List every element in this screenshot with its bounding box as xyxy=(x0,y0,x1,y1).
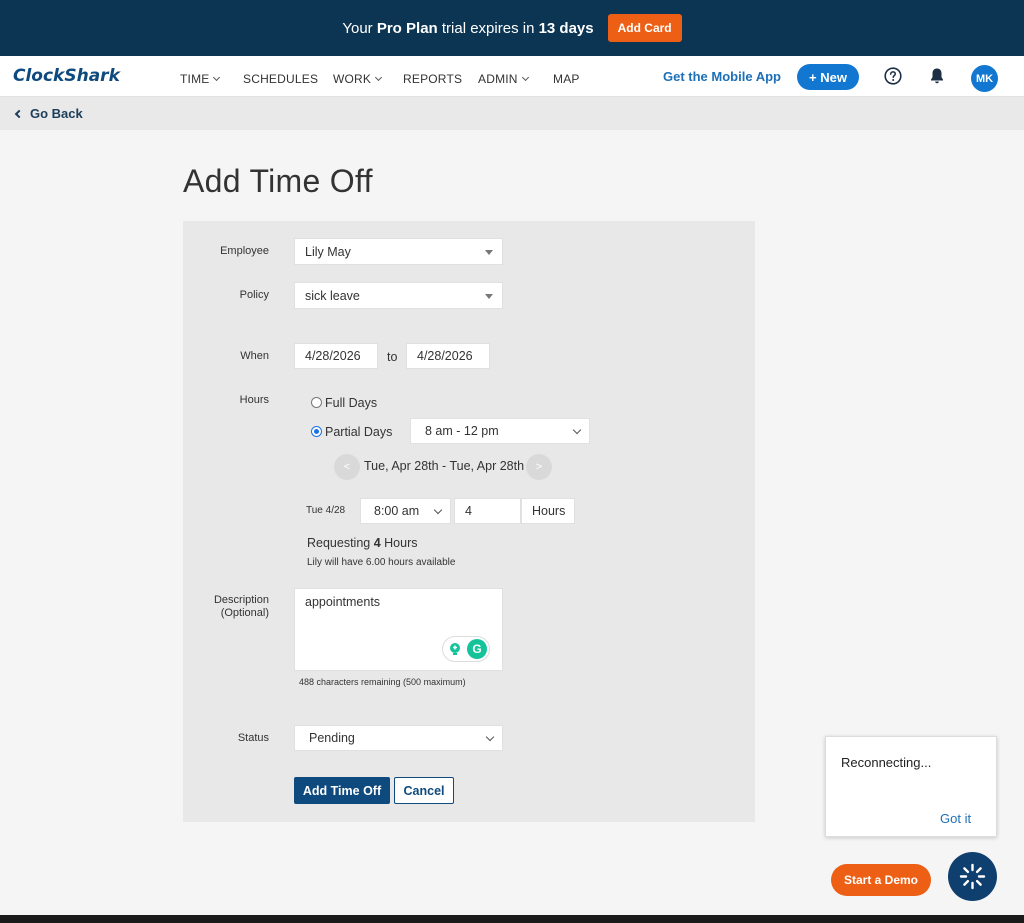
chevron-left-icon xyxy=(14,109,24,118)
got-it-button[interactable]: Got it xyxy=(940,811,971,826)
trial-banner: Your Pro Plan trial expires in 13 days A… xyxy=(0,0,1024,56)
bottom-bar xyxy=(0,915,1024,923)
bell-icon[interactable] xyxy=(929,67,945,85)
toast-message: Reconnecting... xyxy=(841,755,932,770)
partial-days-radio[interactable] xyxy=(311,426,322,437)
partial-days-label[interactable]: Partial Days xyxy=(325,425,392,439)
prev-day-button[interactable]: < xyxy=(334,454,360,480)
hours-unit-addon: Hours xyxy=(521,498,575,524)
employee-select[interactable]: Lily May xyxy=(294,238,503,265)
day-label: Tue 4/28 xyxy=(306,505,346,516)
chevron-left-icon: < xyxy=(343,461,351,473)
employee-label: Employee xyxy=(220,245,269,257)
add-time-off-button[interactable]: Add Time Off xyxy=(294,777,390,804)
policy-label: Policy xyxy=(239,289,269,301)
nav-item-work[interactable]: WORK xyxy=(333,72,383,86)
get-mobile-app-link[interactable]: Get the Mobile App xyxy=(663,69,781,84)
status-select[interactable]: Pending xyxy=(294,725,503,751)
description-label: Description (Optional) xyxy=(213,594,269,619)
hours-available-note: Lily will have 6.00 hours available xyxy=(307,557,456,568)
chevron-down-icon xyxy=(521,73,529,82)
characters-remaining: 488 characters remaining (500 maximum) xyxy=(299,677,466,687)
status-label: Status xyxy=(237,732,269,744)
start-demo-button[interactable]: Start a Demo xyxy=(831,864,931,896)
requesting-summary: Requesting 4 Hours xyxy=(307,536,418,550)
page-title: Add Time Off xyxy=(183,163,373,199)
date-range-label: Tue, Apr 28th - Tue, Apr 28th xyxy=(364,459,525,473)
end-date-input[interactable]: 4/28/2026 xyxy=(406,343,490,369)
trial-text: Your Pro Plan trial expires in 13 days xyxy=(342,19,594,37)
nav-item-map[interactable]: MAP xyxy=(553,72,580,86)
chevron-down-icon xyxy=(433,505,443,515)
lightbulb-icon xyxy=(450,643,460,655)
next-day-button[interactable]: > xyxy=(526,454,552,480)
hours-label: Hours xyxy=(239,394,269,406)
reconnecting-toast: Reconnecting... Got it xyxy=(825,736,997,837)
grammarly-widget[interactable]: G xyxy=(442,636,490,662)
user-avatar[interactable]: MK xyxy=(971,65,998,92)
chevron-right-icon: > xyxy=(535,461,543,473)
clockshark-logo[interactable]: ClockShark xyxy=(13,66,120,86)
grammarly-icon: G xyxy=(467,639,487,659)
start-date-input[interactable]: 4/28/2026 xyxy=(294,343,378,369)
go-back-link[interactable]: Go Back xyxy=(14,106,83,121)
cancel-button[interactable]: Cancel xyxy=(394,777,454,804)
when-label: When xyxy=(240,350,269,362)
loading-spinner-icon xyxy=(959,863,986,890)
nav-item-reports[interactable]: REPORTS xyxy=(403,72,462,86)
policy-select[interactable]: sick leave xyxy=(294,282,503,309)
date-separator: to xyxy=(387,350,398,364)
full-days-radio[interactable] xyxy=(311,397,322,408)
start-time-select[interactable]: 8:00 am xyxy=(360,498,451,524)
add-card-button[interactable]: Add Card xyxy=(607,14,682,42)
chat-launcher-button[interactable] xyxy=(948,852,997,901)
chevron-down-icon xyxy=(375,73,383,82)
hours-amount-input[interactable]: 4 xyxy=(454,498,521,524)
back-bar: Go Back xyxy=(0,97,1024,130)
chevron-down-icon xyxy=(485,732,495,742)
top-navigation: ClockShark TIME SCHEDULES WORK REPORTS A… xyxy=(0,56,1024,97)
chevron-down-icon xyxy=(213,73,221,82)
time-off-form: Employee Lily May Policy sick leave When… xyxy=(183,221,755,822)
nav-item-admin[interactable]: ADMIN xyxy=(478,72,529,86)
question-circle-icon[interactable] xyxy=(884,67,902,85)
nav-item-time[interactable]: TIME xyxy=(180,72,221,86)
chevron-down-icon xyxy=(572,425,582,435)
full-days-label[interactable]: Full Days xyxy=(325,396,377,410)
new-button[interactable]: + New xyxy=(797,64,859,90)
caret-down-icon xyxy=(485,250,493,255)
nav-item-schedules[interactable]: SCHEDULES xyxy=(243,72,318,86)
caret-down-icon xyxy=(485,294,493,299)
partial-range-select[interactable]: 8 am - 12 pm xyxy=(410,418,590,444)
